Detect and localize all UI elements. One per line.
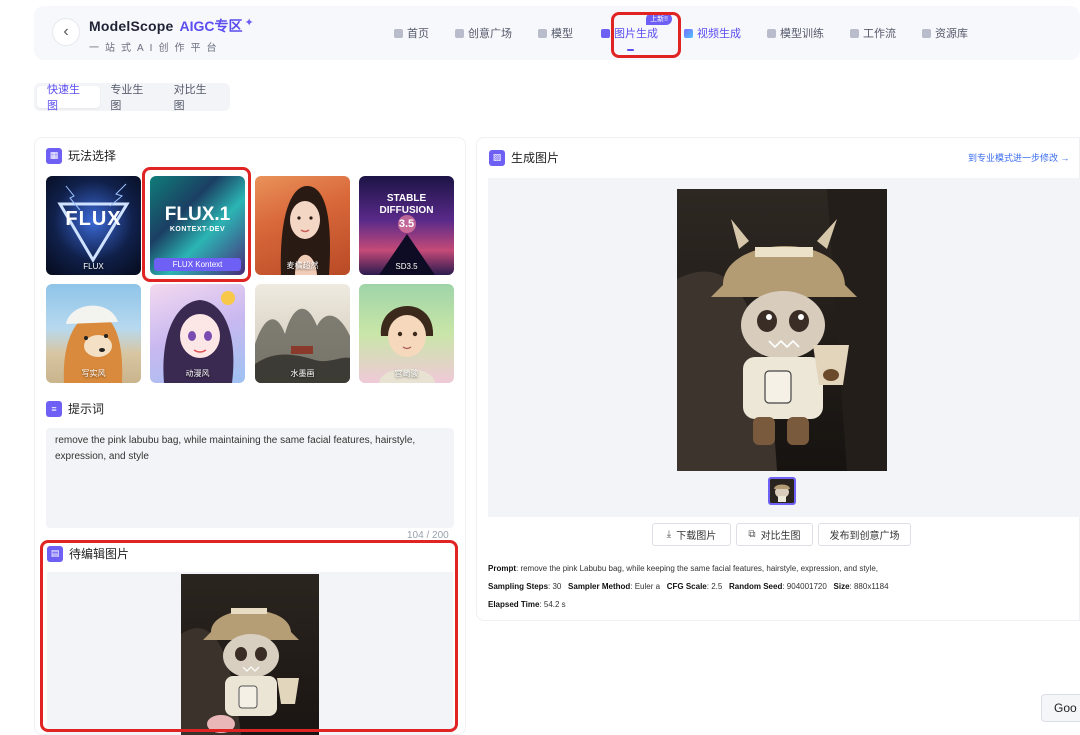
button-label: 下载图片 bbox=[676, 531, 717, 542]
meta-value: : 2.5 bbox=[706, 582, 723, 591]
card-label: 写实风 bbox=[81, 369, 106, 378]
card-label: 动漫风 bbox=[185, 369, 210, 378]
card-label: 水墨画 bbox=[290, 369, 315, 378]
meta-label: CFG Scale bbox=[666, 582, 707, 591]
result-thumbnail[interactable] bbox=[768, 477, 796, 505]
grid-icon: ▦ bbox=[46, 147, 62, 164]
nav-label: 资源库 bbox=[935, 28, 968, 40]
button-label: 发布到创意广场 bbox=[829, 531, 900, 542]
nav-video-generation[interactable]: 视频生成 bbox=[684, 25, 741, 41]
style-card-ink-painting[interactable]: 水墨画 bbox=[255, 284, 350, 383]
meta-value: : remove the pink Labubu bag, while keep… bbox=[516, 564, 878, 573]
nav-model-training[interactable]: 模型训练 bbox=[767, 25, 824, 41]
top-header: ‹ ModelScope AIGC专区 ✦ 一站式AI创作平台 首页 创意广场 模型… bbox=[34, 6, 1080, 60]
labubu-result-photo bbox=[677, 189, 887, 471]
meta-label: Sampling Steps bbox=[488, 582, 549, 591]
meta-label: Size bbox=[833, 582, 850, 591]
video-icon bbox=[684, 28, 693, 38]
image-icon bbox=[601, 28, 610, 38]
nav-label: 视频生成 bbox=[697, 28, 741, 40]
compare-icon: ⧉ bbox=[748, 529, 756, 540]
meta-elapsed: Elapsed Time: 54.2 s bbox=[488, 600, 566, 609]
meta-label: Prompt bbox=[488, 564, 516, 573]
publish-button[interactable]: 发布到创意广场 bbox=[818, 523, 911, 546]
result-image[interactable] bbox=[677, 189, 887, 471]
text-icon: ≡ bbox=[46, 400, 62, 417]
goo-button[interactable]: Goo bbox=[1041, 694, 1080, 722]
prompt-textarea[interactable]: remove the pink labubu bag, while mainta… bbox=[46, 428, 454, 528]
brand-aigc: AIGC专区 bbox=[179, 18, 243, 34]
nav-label: 创意广场 bbox=[468, 28, 512, 40]
download-icon: ⤓ bbox=[666, 529, 672, 540]
tab-quick-generate[interactable]: 快速生图 bbox=[37, 84, 101, 112]
thumbnail-image bbox=[770, 479, 794, 503]
result-section-title: ▨ 生成图片 bbox=[489, 149, 559, 166]
section-label: 玩法选择 bbox=[68, 149, 117, 163]
nav-label: 首页 bbox=[407, 28, 429, 40]
nav-label: 工作流 bbox=[863, 28, 896, 40]
style-card-majicmix[interactable]: 麦橘超然 bbox=[255, 176, 350, 275]
tab-compare-generate[interactable]: 对比生图 bbox=[164, 84, 227, 112]
chevron-left-icon[interactable]: ‹ bbox=[52, 18, 80, 46]
highlight-box-flux-kontext bbox=[142, 167, 251, 282]
nav-models[interactable]: 模型 bbox=[538, 25, 573, 41]
style-card-flux[interactable]: FLUX FLUX bbox=[46, 176, 141, 275]
compare-button[interactable]: ⧉ 对比生图 bbox=[736, 523, 813, 546]
highlight-box-nav bbox=[611, 12, 681, 58]
brand-tagline: 一站式AI创作平台 bbox=[89, 43, 223, 54]
styles-section-title: ▦ 玩法选择 bbox=[46, 147, 116, 164]
style-card-anime[interactable]: 动漫风 bbox=[150, 284, 245, 383]
meta-label: Sampler Method bbox=[568, 582, 631, 591]
workflow-icon bbox=[850, 28, 859, 38]
brush-icon bbox=[455, 28, 464, 38]
card-title: FLUX bbox=[65, 208, 122, 230]
meta-params: Sampling Steps: 30 Sampler Method: Euler… bbox=[488, 582, 889, 591]
prompt-section-title: ≡ 提示词 bbox=[46, 400, 104, 417]
image-icon: ▨ bbox=[489, 149, 505, 166]
meta-value: : 54.2 s bbox=[539, 600, 566, 609]
brand[interactable]: ModelScope AIGC专区 ✦ 一站式AI创作平台 bbox=[89, 16, 254, 54]
main-nav: 首页 创意广场 模型 图片生成 上新!! 视频生成 模型训练 工作流 资源库 bbox=[394, 6, 994, 60]
home-icon bbox=[394, 28, 403, 38]
library-icon bbox=[922, 28, 931, 38]
card-label: SD3.5 bbox=[395, 262, 418, 271]
cube-icon bbox=[538, 28, 547, 38]
meta-label: Random Seed bbox=[729, 582, 783, 591]
meta-value: : 880x1184 bbox=[849, 582, 889, 591]
style-card-miyazaki[interactable]: 宫崎骏 bbox=[359, 284, 454, 383]
nav-label: 模型训练 bbox=[780, 28, 824, 40]
card-label: 宫崎骏 bbox=[394, 369, 419, 378]
download-button[interactable]: ⤓ 下载图片 bbox=[652, 523, 731, 546]
pro-mode-link[interactable]: 到专业模式进一步修改 → bbox=[968, 151, 1070, 164]
section-label: 生成图片 bbox=[511, 151, 560, 165]
nav-creative-square[interactable]: 创意广场 bbox=[455, 25, 512, 41]
tab-pro-generate[interactable]: 专业生图 bbox=[100, 84, 163, 112]
card-title: STABLE DIFFUSION bbox=[379, 193, 434, 216]
nav-label: 模型 bbox=[551, 28, 573, 40]
brand-name: ModelScope bbox=[89, 18, 174, 34]
style-card-sd35[interactable]: STABLE DIFFUSION 3.5 SD3.5 bbox=[359, 176, 454, 275]
meta-value: : Euler a bbox=[630, 582, 661, 591]
nav-library[interactable]: 资源库 bbox=[922, 25, 968, 41]
card-label: 麦橘超然 bbox=[286, 261, 319, 270]
nav-workflow[interactable]: 工作流 bbox=[850, 25, 896, 41]
card-subtitle: 3.5 bbox=[398, 218, 415, 230]
nav-home[interactable]: 首页 bbox=[394, 25, 429, 41]
meta-prompt: Prompt: remove the pink Labubu bag, whil… bbox=[488, 564, 878, 573]
button-label: 对比生图 bbox=[760, 531, 801, 542]
section-label: 提示词 bbox=[68, 402, 105, 416]
mode-tabs: 快速生图 专业生图 对比生图 bbox=[34, 83, 230, 112]
highlight-box-edit-image bbox=[40, 540, 458, 732]
meta-value: : 30 bbox=[548, 582, 562, 591]
style-card-realistic[interactable]: 写实风 bbox=[46, 284, 141, 383]
meta-label: Elapsed Time bbox=[488, 600, 540, 609]
sparkle-icon: ✦ bbox=[244, 17, 254, 29]
card-label: FLUX bbox=[83, 262, 104, 271]
train-icon bbox=[767, 28, 776, 38]
meta-value: : 904001720 bbox=[782, 582, 827, 591]
